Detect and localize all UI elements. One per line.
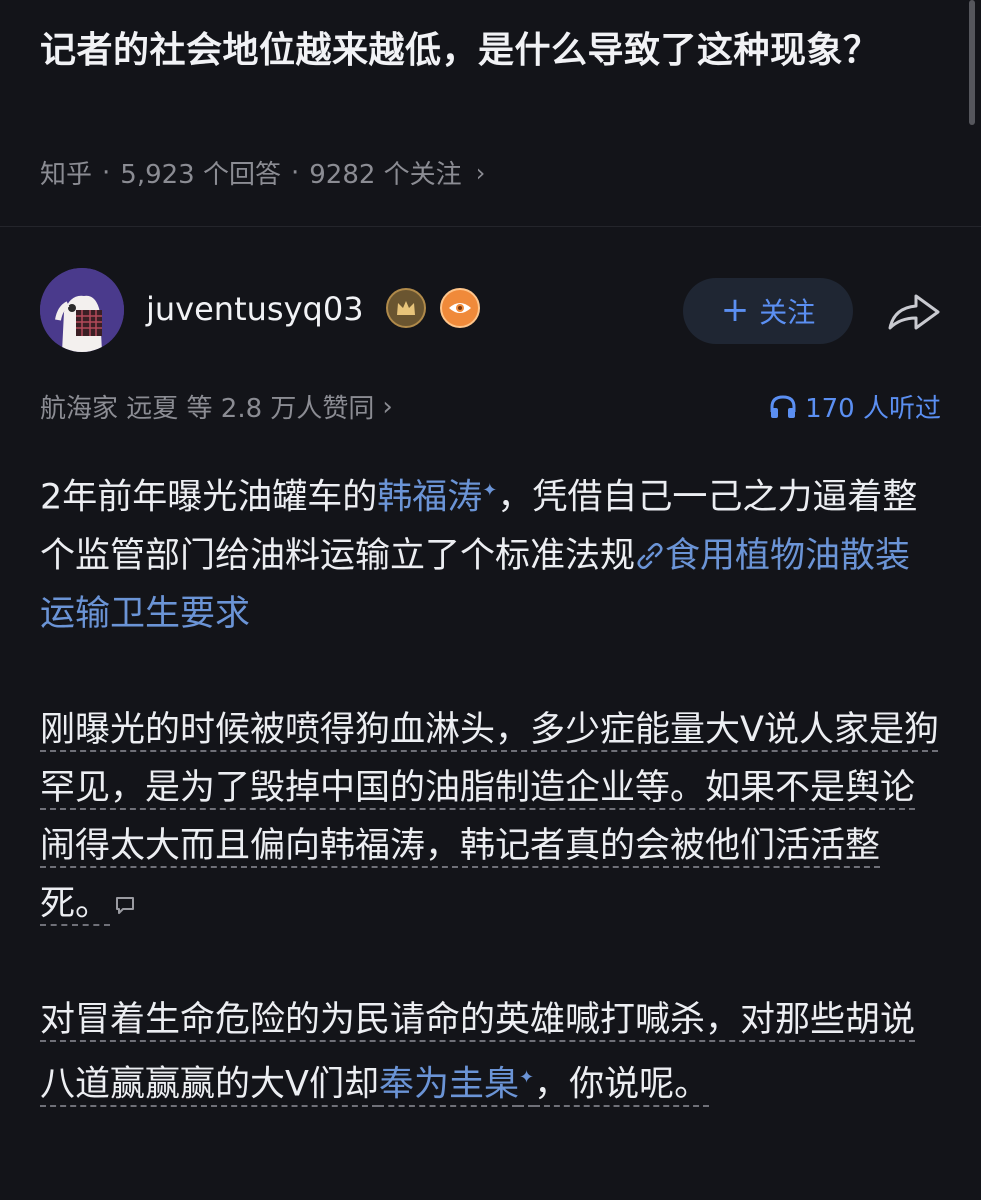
chevron-right-icon: ›: [382, 391, 393, 422]
crown-badge-icon[interactable]: [386, 288, 426, 328]
source-label: 知乎: [40, 160, 93, 190]
meta-separator: ·: [290, 157, 300, 188]
question-meta[interactable]: 知乎 · 5,923 个回答 · 9282 个关注 ›: [40, 154, 485, 191]
share-icon[interactable]: [886, 290, 942, 334]
follow-button[interactable]: + 关注: [683, 278, 853, 344]
listened-count[interactable]: 170 人听过: [769, 388, 941, 425]
headphones-icon: [770, 394, 796, 418]
avatar[interactable]: [40, 268, 124, 352]
sparkle-icon: ✦: [482, 480, 498, 501]
text-span: ，你说呢。: [534, 1064, 710, 1105]
divider: [0, 226, 981, 227]
voters[interactable]: 航海家 远夏 等 2.8 万人赞同 ›: [40, 388, 393, 425]
comment-icon[interactable]: [114, 894, 136, 916]
keyword-link[interactable]: 韩福涛: [377, 478, 482, 518]
answer-content: 2年前年曝光油罐车的韩福涛✦，凭借自己一己之力逼着整个监管部门给油料运输立了个标…: [40, 462, 940, 1113]
sparkle-icon: ✦: [518, 1066, 535, 1088]
question-title[interactable]: 记者的社会地位越来越低，是什么导致了这种现象？: [40, 22, 940, 80]
paragraph-3[interactable]: 对冒着生命危险的为民请命的英雄喊打喊杀，对那些胡说八道赢赢赢的大V们却奉为圭臬✦…: [40, 991, 940, 1114]
listened-text: 170 人听过: [805, 394, 941, 424]
answer-count: 5,923 个回答: [120, 160, 281, 190]
author-name[interactable]: juventusyq03: [146, 290, 364, 328]
eye-badge-icon[interactable]: [440, 288, 480, 328]
keyword-link[interactable]: 奉为圭臬: [379, 1064, 519, 1104]
link-icon: [637, 542, 663, 569]
follow-label: 关注: [759, 296, 816, 329]
paragraph-1: 2年前年曝光油罐车的韩福涛✦，凭借自己一己之力逼着整个监管部门给油料运输立了个标…: [40, 462, 940, 643]
scrollbar[interactable]: [969, 0, 975, 125]
meta-separator: ·: [102, 157, 111, 188]
paragraph-2[interactable]: 刚曝光的时候被喷得狗血淋头，多少症能量大V说人家是狗罕见，是为了毁掉中国的油脂制…: [40, 701, 940, 933]
chevron-right-icon: ›: [475, 158, 486, 187]
text-span: 2年前年曝光油罐车的: [40, 477, 378, 518]
voters-text: 航海家 远夏 等 2.8 万人赞同: [40, 394, 375, 424]
text-span: 刚曝光的时候被喷得狗血淋头，多少症能量大V说人家是狗罕见，是为了毁掉中国的油脂制…: [40, 709, 939, 924]
follower-count: 9282 个关注: [309, 160, 462, 190]
plus-icon: +: [720, 290, 750, 330]
